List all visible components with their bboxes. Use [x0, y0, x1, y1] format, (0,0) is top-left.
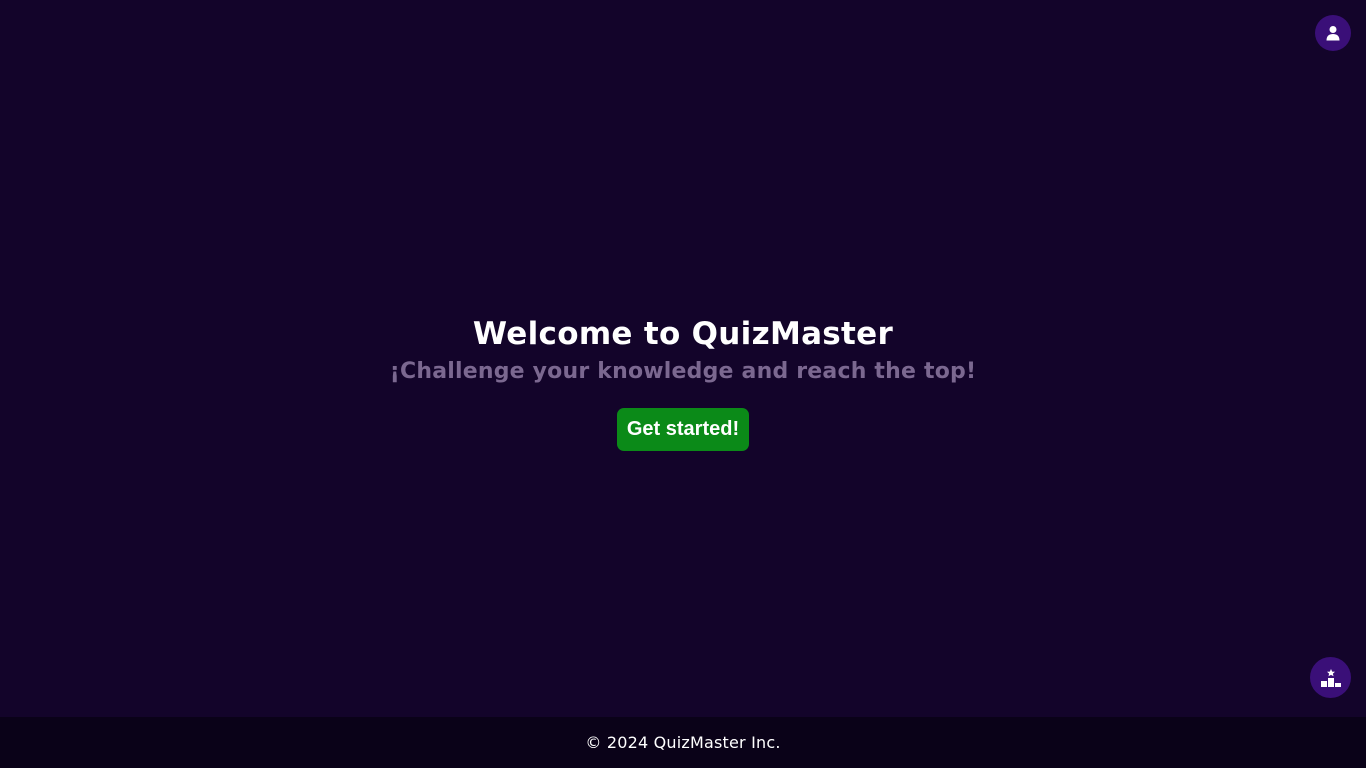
hero-title: Welcome to QuizMaster: [472, 316, 894, 352]
footer: © 2024 QuizMaster Inc.: [0, 717, 1366, 768]
profile-button[interactable]: [1315, 15, 1351, 51]
hero-section: Welcome to QuizMaster ¡Challenge your kn…: [0, 312, 1366, 451]
get-started-button[interactable]: Get started!: [616, 408, 750, 451]
hero-subtitle: ¡Challenge your knowledge and reach the …: [389, 359, 977, 384]
podium-icon: [1320, 668, 1341, 687]
page: Welcome to QuizMaster ¡Challenge your kn…: [0, 0, 1366, 768]
user-icon: [1326, 26, 1340, 41]
copyright-text: © 2024 QuizMaster Inc.: [585, 733, 781, 752]
leaderboard-button[interactable]: [1310, 657, 1351, 698]
